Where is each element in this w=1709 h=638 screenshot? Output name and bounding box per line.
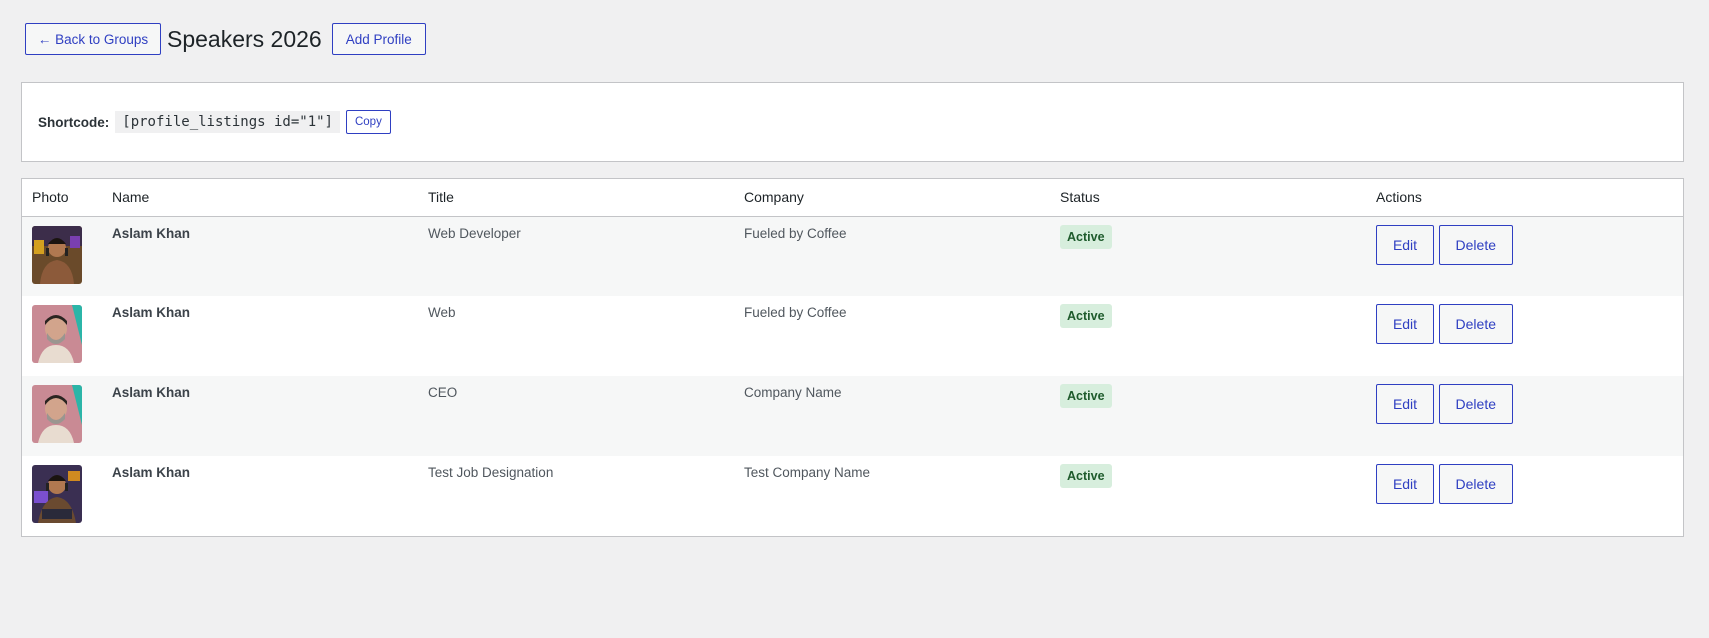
delete-button[interactable]: Delete bbox=[1438, 384, 1513, 424]
status-cell: Active bbox=[1050, 216, 1366, 296]
title-cell: Test Job Designation bbox=[428, 465, 554, 480]
shortcode-panel: Shortcode: [profile_listings id="1"] Cop… bbox=[21, 82, 1684, 162]
delete-button[interactable]: Delete bbox=[1438, 224, 1513, 265]
page: ← Back to Groups Speakers 2026 Add Profi… bbox=[0, 0, 1709, 638]
company-cell: Fueled by Coffee bbox=[744, 225, 847, 241]
company-cell: Test Company Name bbox=[744, 465, 871, 480]
delete-button[interactable]: Delete bbox=[1438, 304, 1513, 344]
profile-photo bbox=[32, 305, 82, 363]
edit-button[interactable]: Edit bbox=[1376, 384, 1434, 424]
status-badge: Active bbox=[1060, 464, 1112, 488]
add-profile-button[interactable]: Add Profile bbox=[331, 23, 426, 55]
edit-button[interactable]: Edit bbox=[1376, 464, 1434, 504]
status-cell: Active bbox=[1050, 296, 1366, 376]
copy-shortcode-button[interactable]: Copy bbox=[345, 110, 391, 134]
name-cell: Aslam Khan bbox=[112, 385, 191, 400]
name-cell: Aslam Khan bbox=[112, 305, 191, 320]
actions-cell: Edit Delete bbox=[1366, 456, 1683, 536]
page-header: ← Back to Groups Speakers 2026 Add Profi… bbox=[25, 23, 426, 55]
name-cell: Aslam Khan bbox=[112, 465, 191, 480]
title-cell: Web bbox=[428, 305, 456, 320]
column-header-actions: Actions bbox=[1366, 179, 1683, 217]
table-header-row: Photo Name Title Company Status Actions bbox=[22, 179, 1683, 217]
table-row: Aslam Khan CEO Company Name Active Edit … bbox=[22, 376, 1683, 456]
status-cell: Active bbox=[1050, 456, 1366, 536]
table-row: Aslam Khan Web Fueled by Coffee Active E… bbox=[22, 296, 1683, 376]
page-title: Speakers 2026 bbox=[167, 25, 322, 52]
edit-button[interactable]: Edit bbox=[1376, 224, 1434, 265]
profile-photo bbox=[32, 225, 82, 284]
title-cell: Web Developer bbox=[428, 225, 521, 241]
status-badge: Active bbox=[1060, 384, 1112, 408]
title-cell: CEO bbox=[428, 385, 458, 400]
photo-cell bbox=[22, 296, 102, 376]
edit-button[interactable]: Edit bbox=[1376, 304, 1434, 344]
status-badge: Active bbox=[1060, 304, 1112, 328]
actions-cell: Edit Delete bbox=[1366, 296, 1683, 376]
company-cell: Company Name bbox=[744, 385, 842, 400]
profile-photo bbox=[32, 465, 82, 523]
company-cell: Fueled by Coffee bbox=[744, 305, 847, 320]
photo-cell bbox=[22, 376, 102, 456]
profiles-table: Photo Name Title Company Status Actions bbox=[21, 178, 1684, 537]
column-header-name: Name bbox=[102, 179, 418, 217]
photo-cell bbox=[22, 216, 102, 296]
column-header-company: Company bbox=[734, 179, 1050, 217]
photo-cell bbox=[22, 456, 102, 536]
column-header-photo: Photo bbox=[22, 179, 102, 217]
shortcode-label: Shortcode: bbox=[38, 114, 110, 130]
column-header-title: Title bbox=[418, 179, 734, 217]
table-row: Aslam Khan Test Job Designation Test Com… bbox=[22, 456, 1683, 536]
table-row: Aslam Khan Web Developer Fueled by Coffe… bbox=[22, 216, 1683, 296]
status-badge: Active bbox=[1060, 224, 1112, 249]
delete-button[interactable]: Delete bbox=[1438, 464, 1513, 504]
back-to-groups-button[interactable]: ← Back to Groups bbox=[25, 23, 161, 55]
profile-photo bbox=[32, 385, 82, 443]
shortcode-value: [profile_listings id="1"] bbox=[115, 111, 340, 133]
column-header-status: Status bbox=[1050, 179, 1366, 217]
actions-cell: Edit Delete bbox=[1366, 376, 1683, 456]
name-cell: Aslam Khan bbox=[112, 225, 191, 241]
actions-cell: Edit Delete bbox=[1366, 216, 1683, 296]
status-cell: Active bbox=[1050, 376, 1366, 456]
